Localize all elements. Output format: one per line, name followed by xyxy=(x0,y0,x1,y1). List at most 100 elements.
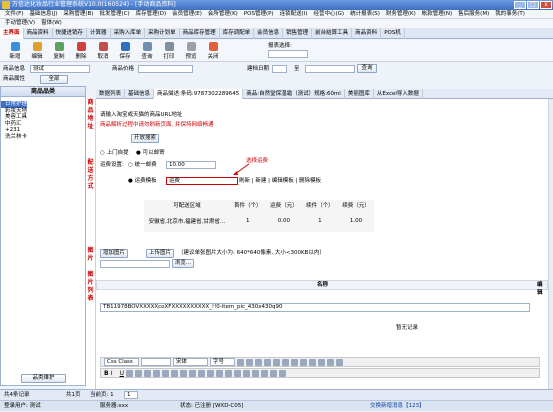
format-icon[interactable] xyxy=(215,369,223,377)
underline-icon[interactable]: U xyxy=(120,370,124,377)
format-icon[interactable] xyxy=(237,358,244,366)
format-icon[interactable] xyxy=(251,369,259,377)
message-link[interactable]: 交换新增消息【123】 xyxy=(370,401,425,412)
menu-item[interactable]: 经营中心(G) xyxy=(311,10,348,19)
new-button[interactable]: 新增 xyxy=(4,41,26,61)
format-icon[interactable] xyxy=(260,369,268,377)
menu-item[interactable]: 售后服务(M) xyxy=(455,10,492,19)
format-select[interactable] xyxy=(141,358,171,366)
close-button[interactable]: x xyxy=(540,1,552,9)
menu-item[interactable]: 采购管理(B) xyxy=(60,10,96,19)
date-from-input[interactable] xyxy=(272,65,287,73)
close-tool-button[interactable]: 关闭 xyxy=(202,41,224,61)
tree-item[interactable]: 日常护理 xyxy=(1,101,28,108)
format-icon[interactable] xyxy=(269,369,277,377)
tab[interactable]: 会员信息 xyxy=(254,27,284,39)
report-select[interactable] xyxy=(268,50,308,58)
format-icon[interactable] xyxy=(197,369,205,377)
font-size-select[interactable]: 字号 xyxy=(210,358,235,366)
format-icon[interactable] xyxy=(327,358,334,366)
tab[interactable]: 销售管理 xyxy=(283,27,313,39)
menu-item[interactable]: POS管理(P) xyxy=(241,10,277,19)
menu-item[interactable]: 连锁配送(I) xyxy=(277,10,311,19)
open-search-button[interactable]: 开放搜索 xyxy=(131,134,159,143)
format-icon[interactable] xyxy=(170,369,178,377)
tab[interactable]: 商品库存管理 xyxy=(180,27,220,39)
print-button[interactable]: 打印 xyxy=(158,41,180,61)
upload-image-button[interactable]: 上传图片 xyxy=(146,249,174,258)
template-select[interactable]: 运费 xyxy=(166,177,238,185)
price-input[interactable] xyxy=(138,65,193,73)
cancel-button[interactable]: 取消 xyxy=(92,41,114,61)
tab[interactable]: POS机 xyxy=(381,27,405,39)
format-icon[interactable] xyxy=(278,369,286,377)
tab[interactable]: 快捷进销存 xyxy=(53,27,88,39)
menu-item[interactable]: 财务管理(K) xyxy=(383,10,419,19)
minimize-button[interactable]: _ xyxy=(514,1,526,9)
format-icon[interactable] xyxy=(246,358,253,366)
css-class-select[interactable]: Css Class xyxy=(104,358,139,366)
query-button[interactable]: 查询 xyxy=(357,64,377,73)
format-icon[interactable] xyxy=(242,369,250,377)
maximize-button[interactable]: □ xyxy=(527,1,539,9)
format-icon[interactable] xyxy=(273,358,280,366)
format-icon[interactable] xyxy=(161,369,169,377)
format-icon[interactable] xyxy=(152,369,160,377)
menu-item[interactable]: 库存管理(D) xyxy=(133,10,170,19)
tab[interactable]: 商品资料 xyxy=(352,27,382,39)
format-icon[interactable] xyxy=(309,358,316,366)
format-icon[interactable] xyxy=(125,369,133,377)
tab[interactable]: 前台结算工具 xyxy=(312,27,353,39)
font-family-select[interactable]: 宋体 xyxy=(173,358,208,366)
content-scrollbar[interactable] xyxy=(548,99,553,389)
delete-button[interactable]: 删除 xyxy=(70,41,92,61)
copy-button[interactable]: 复制 xyxy=(48,41,70,61)
format-icon[interactable] xyxy=(300,358,307,366)
preview-button[interactable]: 预览 xyxy=(180,41,202,61)
radio-mail[interactable]: ● 可以邮寄 xyxy=(136,149,165,157)
format-icon[interactable] xyxy=(206,369,214,377)
format-icon[interactable] xyxy=(336,358,343,366)
image-name-input[interactable]: TB11978BOVXXXXXcoXFXXXXXXXXXX_!!0-item_p… xyxy=(100,303,530,312)
tab-product[interactable]: 商品:自然堂保湿霜（测试）规格:60ml xyxy=(243,88,345,99)
format-icon[interactable] xyxy=(291,358,298,366)
tab[interactable]: 采购入库单 xyxy=(111,27,146,39)
all-button[interactable]: 全部 xyxy=(40,75,68,84)
tab-data-list[interactable]: 数据列表 xyxy=(96,88,126,99)
radio-template[interactable]: ● 运费模板 xyxy=(128,177,157,185)
italic-icon[interactable]: I xyxy=(111,370,118,377)
tab[interactable]: 采购计划单 xyxy=(145,27,180,39)
file-input[interactable] xyxy=(100,260,170,268)
tree-item[interactable]: 洗兰林卡 xyxy=(1,134,85,141)
format-icon[interactable] xyxy=(255,358,262,366)
menu-item[interactable]: 批发管理(C) xyxy=(96,10,132,19)
tab[interactable]: 库存调配单 xyxy=(220,27,255,39)
fee-input[interactable]: 10.00 xyxy=(166,161,216,169)
menu-item[interactable]: 会所管理(K) xyxy=(205,10,241,19)
edit-button[interactable]: 编辑 xyxy=(26,41,48,61)
format-icon[interactable] xyxy=(233,369,241,377)
format-icon[interactable] xyxy=(134,369,142,377)
format-icon[interactable] xyxy=(179,369,187,377)
radio-uniform-fee[interactable]: ○ 统一邮费 xyxy=(128,161,157,169)
format-icon[interactable] xyxy=(224,369,232,377)
tab-home[interactable]: 主界面 xyxy=(0,27,24,39)
page-input[interactable]: 1 xyxy=(124,391,138,399)
tab[interactable]: 计算器 xyxy=(87,27,111,39)
bold-icon[interactable]: B xyxy=(104,370,109,377)
menu-item[interactable]: 基础信息(J) xyxy=(26,10,60,19)
format-icon[interactable] xyxy=(264,358,271,366)
format-icon[interactable] xyxy=(318,358,325,366)
format-icon[interactable] xyxy=(282,358,289,366)
name-input[interactable]: 测试 xyxy=(30,65,90,73)
radio-self-pickup[interactable]: ○ 上门自提 xyxy=(100,149,129,157)
menu-item[interactable]: 会员管理(E) xyxy=(169,10,205,19)
save-button[interactable]: 保存 xyxy=(114,41,136,61)
category-maintain-button[interactable]: 品类维护 xyxy=(21,374,66,383)
menu-item[interactable]: 我的事务(T) xyxy=(492,10,528,19)
menu-item[interactable]: 帐款管理(N) xyxy=(419,10,455,19)
tab[interactable]: 商品资料 xyxy=(24,27,53,39)
tab-basic-info[interactable]: 基础信息 xyxy=(125,88,155,99)
tab-gallery[interactable]: 美丽图库 xyxy=(345,88,374,99)
format-icon[interactable] xyxy=(143,369,151,377)
